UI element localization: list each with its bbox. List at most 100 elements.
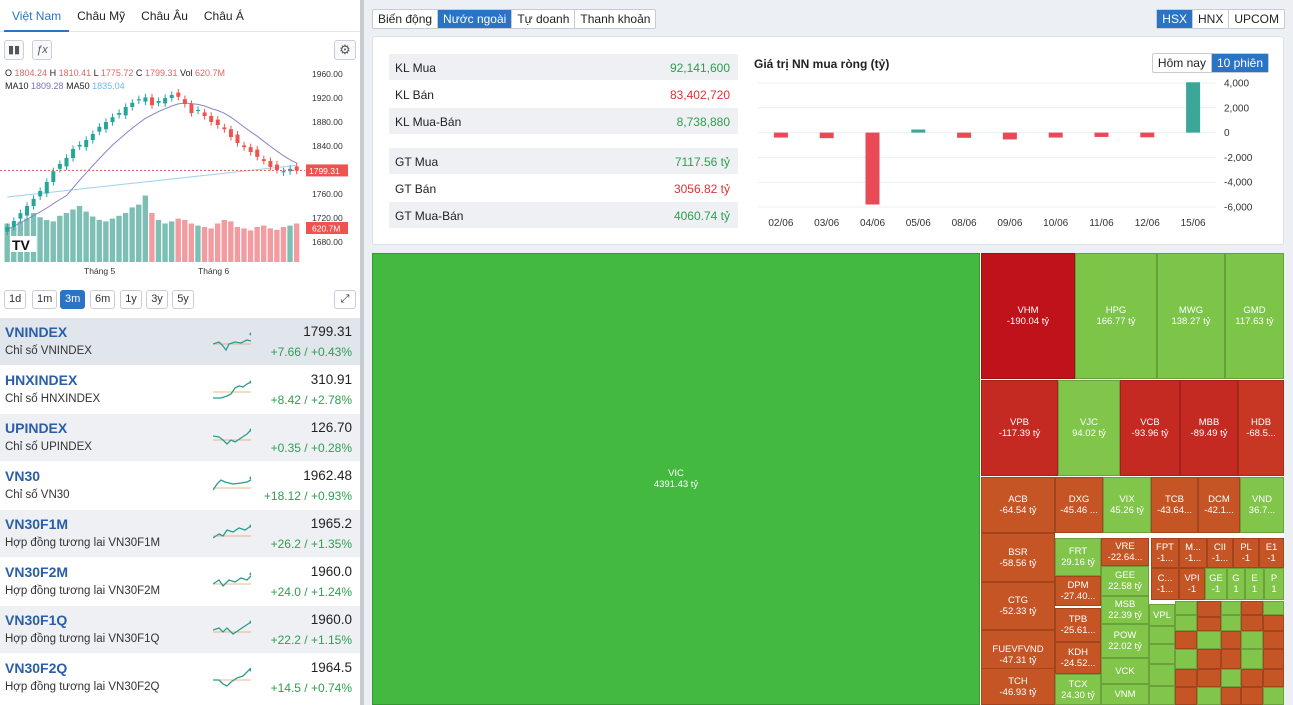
- treemap-tile[interactable]: POW 22.02 tỷ: [1101, 624, 1149, 658]
- treemap-tile-small[interactable]: [1221, 601, 1241, 615]
- index-name[interactable]: VN30F1M: [5, 516, 68, 532]
- treemap-tile[interactable]: MWG 138.27 tỷ: [1157, 253, 1225, 379]
- tab-hom-nay[interactable]: Hôm nay: [1153, 54, 1212, 72]
- treemap-tile[interactable]: HPG 166.77 tỷ: [1075, 253, 1157, 379]
- treemap-tile[interactable]: PL -1: [1233, 538, 1259, 568]
- tab-hnx[interactable]: HNX: [1193, 10, 1230, 28]
- treemap-tile[interactable]: VNM: [1101, 684, 1149, 705]
- treemap-tile-small[interactable]: [1221, 649, 1241, 669]
- treemap-tile[interactable]: BSR -58.56 tỷ: [981, 533, 1055, 582]
- treemap-tile-small[interactable]: [1149, 664, 1175, 686]
- index-name[interactable]: VNINDEX: [5, 324, 67, 340]
- treemap-tile[interactable]: C... -1...: [1151, 568, 1179, 600]
- treemap-tile-small[interactable]: [1197, 617, 1221, 631]
- treemap-tile-small[interactable]: [1175, 649, 1197, 669]
- treemap-tile-small[interactable]: [1263, 631, 1284, 649]
- treemap-tile[interactable]: TCB -43.64...: [1151, 477, 1198, 533]
- treemap-tile[interactable]: TCH -46.93 tỷ: [981, 668, 1055, 705]
- treemap-tile-small[interactable]: [1175, 615, 1197, 631]
- treemap-tile[interactable]: VIX 45.26 tỷ: [1103, 477, 1151, 533]
- treemap-tile[interactable]: VIC 4391.43 tỷ: [372, 253, 980, 705]
- index-chart[interactable]: 1960.001920.001880.001840.001800.001760.…: [0, 64, 360, 280]
- treemap-tile-small[interactable]: [1241, 615, 1263, 631]
- treemap-tile-small[interactable]: [1241, 649, 1263, 669]
- treemap-tile-small[interactable]: [1197, 631, 1221, 649]
- expand-icon[interactable]: ⤢: [334, 290, 356, 309]
- tab-thanh-khoan[interactable]: Thanh khoản: [575, 10, 655, 28]
- treemap-tile[interactable]: E1: [1245, 568, 1264, 600]
- treemap-tile[interactable]: CTG -52.33 tỷ: [981, 582, 1055, 630]
- tab-hsx[interactable]: HSX: [1157, 10, 1193, 28]
- treemap-tile-small[interactable]: [1221, 631, 1241, 649]
- index-name[interactable]: VN30: [5, 468, 40, 484]
- treemap-tile[interactable]: DXG -45.46 ...: [1055, 477, 1103, 533]
- index-row[interactable]: VNINDEX Chỉ số VNINDEX 1799.31 +7.66 / +0.4…: [0, 318, 360, 366]
- treemap-tile-small[interactable]: [1149, 626, 1175, 644]
- index-name[interactable]: VN30F2Q: [5, 660, 67, 676]
- treemap-tile[interactable]: TPB -25.61...: [1055, 608, 1101, 642]
- treemap-tile-small[interactable]: [1263, 649, 1284, 669]
- treemap-tile[interactable]: MBB -89.49 tỷ: [1180, 380, 1238, 476]
- treemap-tile-small[interactable]: [1263, 687, 1284, 705]
- tab-americas[interactable]: Châu Mỹ: [69, 0, 133, 32]
- range-1y[interactable]: 1y: [120, 290, 142, 309]
- treemap-tile[interactable]: FRT 29.16 tỷ: [1055, 538, 1101, 576]
- index-row[interactable]: UPINDEX Chỉ số UPINDEX 126.70 +0.35 / +0.28…: [0, 414, 360, 462]
- treemap-tile-small[interactable]: [1263, 601, 1284, 615]
- candles-icon[interactable]: ▮▮: [4, 40, 24, 60]
- index-row[interactable]: VN30F1M Hợp đồng tương lai VN30F1M 1965.2 +…: [0, 510, 360, 558]
- treemap-tile-small[interactable]: [1221, 669, 1241, 687]
- treemap-tile-small[interactable]: [1175, 669, 1197, 687]
- treemap-tile[interactable]: VHM -190.04 tỷ: [981, 253, 1075, 379]
- treemap-tile-small[interactable]: [1197, 669, 1221, 687]
- treemap-tile[interactable]: CII -1...: [1207, 538, 1233, 568]
- treemap-tile-small[interactable]: [1197, 687, 1221, 705]
- treemap-tile[interactable]: TCX 24.30 tỷ: [1055, 674, 1101, 705]
- treemap-tile-small[interactable]: [1175, 601, 1197, 615]
- treemap-tile[interactable]: VPI -1: [1179, 568, 1205, 600]
- treemap-tile[interactable]: MSB 22.39 tỷ: [1101, 596, 1149, 624]
- tab-europe[interactable]: Châu Âu: [133, 0, 196, 32]
- treemap-tile[interactable]: GMD 117.63 tỷ: [1225, 253, 1284, 379]
- tab-tu-doanh[interactable]: Tự doanh: [512, 10, 576, 28]
- treemap-tile-small[interactable]: [1263, 669, 1284, 687]
- range-1d[interactable]: 1d: [4, 290, 27, 309]
- range-6m[interactable]: 6m: [90, 290, 116, 309]
- index-row[interactable]: VN30F2Q Hợp đồng tương lai VN30F2Q 1964.5 +…: [0, 654, 360, 702]
- treemap-tile[interactable]: VND 36.7...: [1240, 477, 1284, 533]
- treemap-tile[interactable]: P1: [1264, 568, 1284, 600]
- treemap-tile-small[interactable]: [1263, 615, 1284, 631]
- tab-upcom[interactable]: UPCOM: [1229, 10, 1284, 28]
- index-row[interactable]: HNXINDEX Chỉ số HNXINDEX 310.91 +8.42 / +2.…: [0, 366, 360, 414]
- treemap-tile-small[interactable]: [1221, 687, 1241, 705]
- treemap-tile[interactable]: M... -1...: [1179, 538, 1207, 568]
- index-row[interactable]: VN30 Chỉ số VN30 1962.48 +18.12 / +0.93%: [0, 462, 360, 510]
- treemap-tile[interactable]: VCK: [1101, 658, 1149, 684]
- treemap-tile[interactable]: ACB -64.54 tỷ: [981, 477, 1055, 533]
- tab-vietnam[interactable]: Việt Nam: [4, 0, 70, 32]
- tab-bien-dong[interactable]: Biến động: [373, 10, 439, 28]
- tab-asia[interactable]: Châu Á: [196, 0, 252, 32]
- treemap-tile[interactable]: VRE -22.64...: [1101, 538, 1149, 566]
- treemap-tile-small[interactable]: [1197, 601, 1221, 617]
- treemap-tile-small[interactable]: [1149, 686, 1175, 705]
- treemap-tile[interactable]: FPT -1...: [1151, 538, 1179, 568]
- treemap-tile[interactable]: DPM -27.40...: [1055, 576, 1101, 606]
- index-row[interactable]: VN30F2M Hợp đồng tương lai VN30F2M 1960.0 +…: [0, 558, 360, 606]
- treemap-tile-small[interactable]: [1175, 687, 1197, 705]
- treemap-tile-small[interactable]: [1241, 687, 1263, 705]
- tab-nuoc-ngoai[interactable]: Nước ngoài: [438, 10, 513, 28]
- index-name[interactable]: HNXINDEX: [5, 372, 77, 388]
- treemap-tile-small[interactable]: [1241, 631, 1263, 649]
- index-name[interactable]: UPINDEX: [5, 420, 67, 436]
- treemap-tile[interactable]: VPL: [1149, 604, 1175, 626]
- treemap-tile-small[interactable]: [1197, 649, 1221, 669]
- treemap-tile[interactable]: GE -1: [1205, 568, 1227, 600]
- treemap-tile-small[interactable]: [1175, 631, 1197, 649]
- treemap-tile[interactable]: E1 -1: [1259, 538, 1284, 568]
- treemap-tile[interactable]: GEE 22.58 tỷ: [1101, 566, 1149, 596]
- treemap-tile[interactable]: VCB -93.96 tỷ: [1120, 380, 1180, 476]
- treemap-tile[interactable]: KDH -24.52...: [1055, 642, 1101, 674]
- index-name[interactable]: VN30F2M: [5, 564, 68, 580]
- treemap-tile[interactable]: VJC 94.02 tỷ: [1058, 380, 1120, 476]
